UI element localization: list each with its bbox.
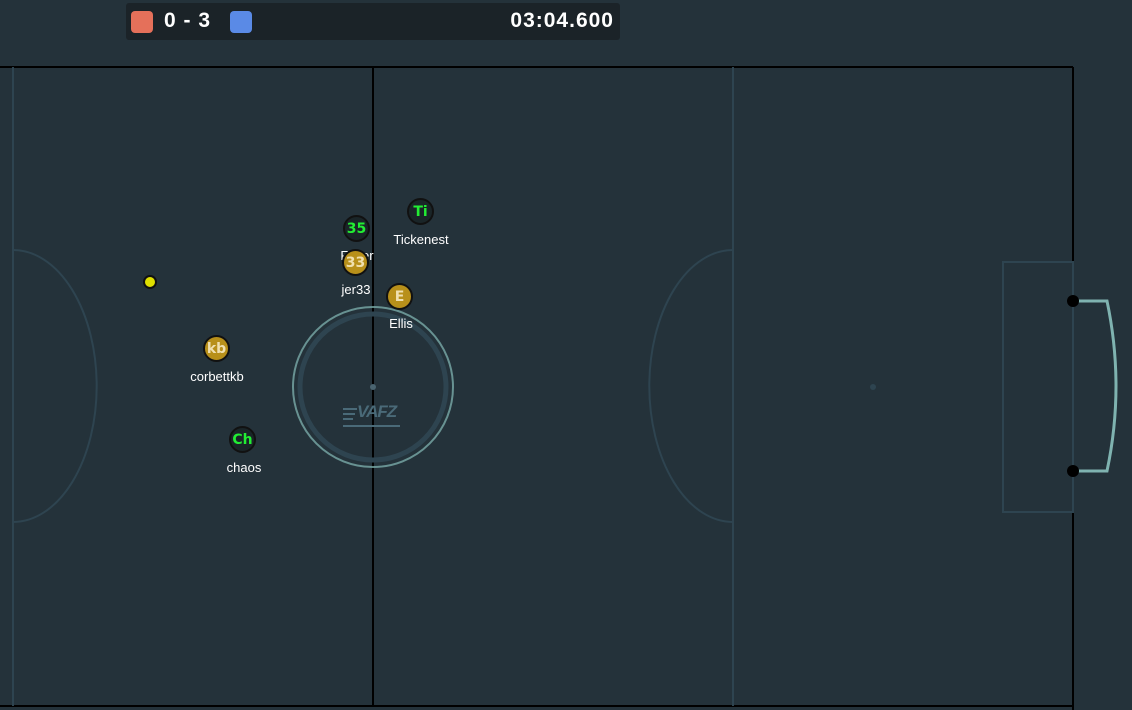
player-name-corbettkb: corbettkb — [190, 369, 244, 384]
red-team-swatch — [131, 11, 153, 33]
scoreboard: 0 - 3 03:04.600 — [126, 3, 620, 40]
player-disc-jer33: 33 — [342, 249, 369, 276]
ball — [143, 275, 157, 289]
player-name-ellis: Ellis — [389, 316, 413, 331]
player-disc-tickenest: Ti — [407, 198, 434, 225]
player-disc-faker: 35 — [343, 215, 370, 242]
vafz-logo-text: VAFZ — [357, 402, 397, 421]
player-name-tickenest: Tickenest — [393, 232, 449, 247]
player-disc-ellis: E — [386, 283, 413, 310]
score-text: 0 - 3 — [164, 9, 212, 32]
vafz-logo: VAFZ — [343, 402, 401, 434]
pitch — [0, 0, 1132, 710]
match-timer: 03:04.600 — [510, 9, 614, 32]
blue-team-swatch — [230, 11, 252, 33]
player-name-jer33: jer33 — [341, 282, 371, 297]
player-disc-chaos: Ch — [229, 426, 256, 453]
player-disc-corbettkb: kb — [203, 335, 230, 362]
player-name-chaos: chaos — [226, 460, 262, 475]
